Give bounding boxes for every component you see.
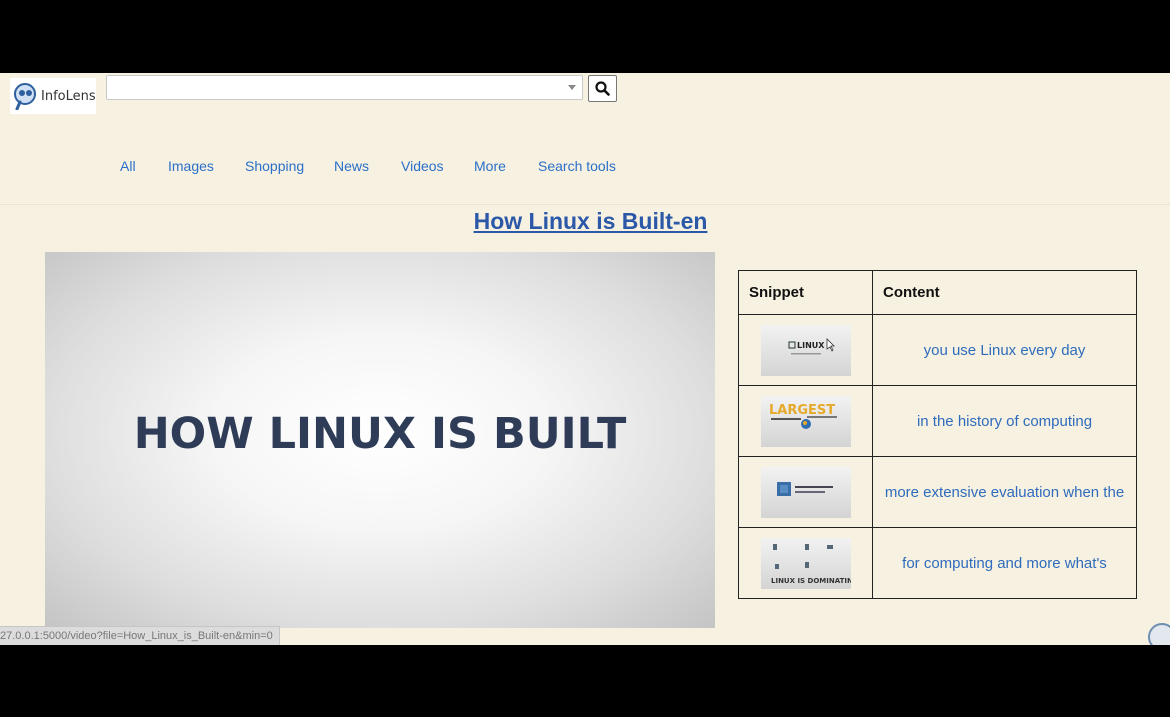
- table-row: LARGEST in the history of computing: [738, 385, 1137, 457]
- video-player[interactable]: HOW LINUX IS BUILT: [45, 252, 715, 628]
- tab-shopping[interactable]: Shopping: [245, 158, 304, 174]
- content-column-header: Content: [872, 270, 1137, 315]
- snippet-cell: LARGEST: [738, 385, 873, 457]
- snippet-thumbnail[interactable]: LINUX: [760, 324, 851, 376]
- snippet-thumbnail[interactable]: LINUX IS DOMINATING: [760, 537, 858, 589]
- snippet-thumbnail[interactable]: [760, 466, 851, 518]
- content-cell[interactable]: for computing and more what's: [872, 527, 1137, 599]
- table-row: LINUX you use Linux every day: [738, 314, 1137, 386]
- tab-all[interactable]: All: [120, 158, 136, 174]
- video-frame-text: HOW LINUX IS BUILT: [133, 409, 627, 459]
- header-divider: [0, 204, 1170, 205]
- table-row: LINUX IS DOMINATING for computing and mo…: [738, 527, 1137, 599]
- status-bar-url: 27.0.0.1:5000/video?file=How_Linux_is_Bu…: [0, 626, 280, 645]
- thumb-text: LINUX IS DOMINATING: [771, 577, 851, 585]
- table-row: more extensive evaluation when the: [738, 456, 1137, 528]
- tab-news[interactable]: News: [334, 158, 369, 174]
- snippet-table: Snippet Content LINUX you use Linux ever…: [738, 270, 1137, 599]
- content-cell[interactable]: in the history of computing: [872, 385, 1137, 457]
- snippet-cell: LINUX IS DOMINATING: [738, 527, 873, 599]
- search-input[interactable]: [111, 78, 555, 99]
- search-button[interactable]: [588, 75, 617, 102]
- largest-thumbnail-graphic: LARGEST: [769, 403, 837, 429]
- snippet-thumbnail[interactable]: LARGEST: [760, 395, 851, 447]
- magnifier-logo-icon: [14, 83, 36, 110]
- corner-badge-icon[interactable]: [1148, 623, 1170, 645]
- snippet-cell: [738, 456, 873, 528]
- dropdown-arrow-icon[interactable]: [568, 85, 576, 90]
- content-cell[interactable]: more extensive evaluation when the: [872, 456, 1137, 528]
- thumb-text: LINUX: [797, 341, 825, 350]
- tab-images[interactable]: Images: [168, 158, 214, 174]
- logo-text: InfoLens: [41, 88, 96, 104]
- video-title-link[interactable]: How Linux is Built-en: [0, 208, 1170, 235]
- table-header-row: Snippet Content: [738, 270, 1137, 315]
- chip-thumbnail-graphic: [776, 481, 833, 496]
- tab-search-tools[interactable]: Search tools: [538, 158, 616, 174]
- search-icon: [595, 81, 610, 96]
- browser-page: InfoLens All Images Shopping News Videos…: [0, 73, 1170, 645]
- tab-more[interactable]: More: [474, 158, 506, 174]
- search-combobox[interactable]: [106, 75, 583, 100]
- linux-thumbnail-graphic: LINUX: [788, 337, 835, 354]
- tab-videos[interactable]: Videos: [401, 158, 444, 174]
- snippet-column-header: Snippet: [738, 270, 873, 315]
- snippet-cell: LINUX: [738, 314, 873, 386]
- content-cell[interactable]: you use Linux every day: [872, 314, 1137, 386]
- dominating-thumbnail-graphic: LINUX IS DOMINATING: [771, 543, 858, 585]
- infolens-logo[interactable]: InfoLens: [10, 78, 96, 114]
- thumb-text: LARGEST: [769, 403, 835, 418]
